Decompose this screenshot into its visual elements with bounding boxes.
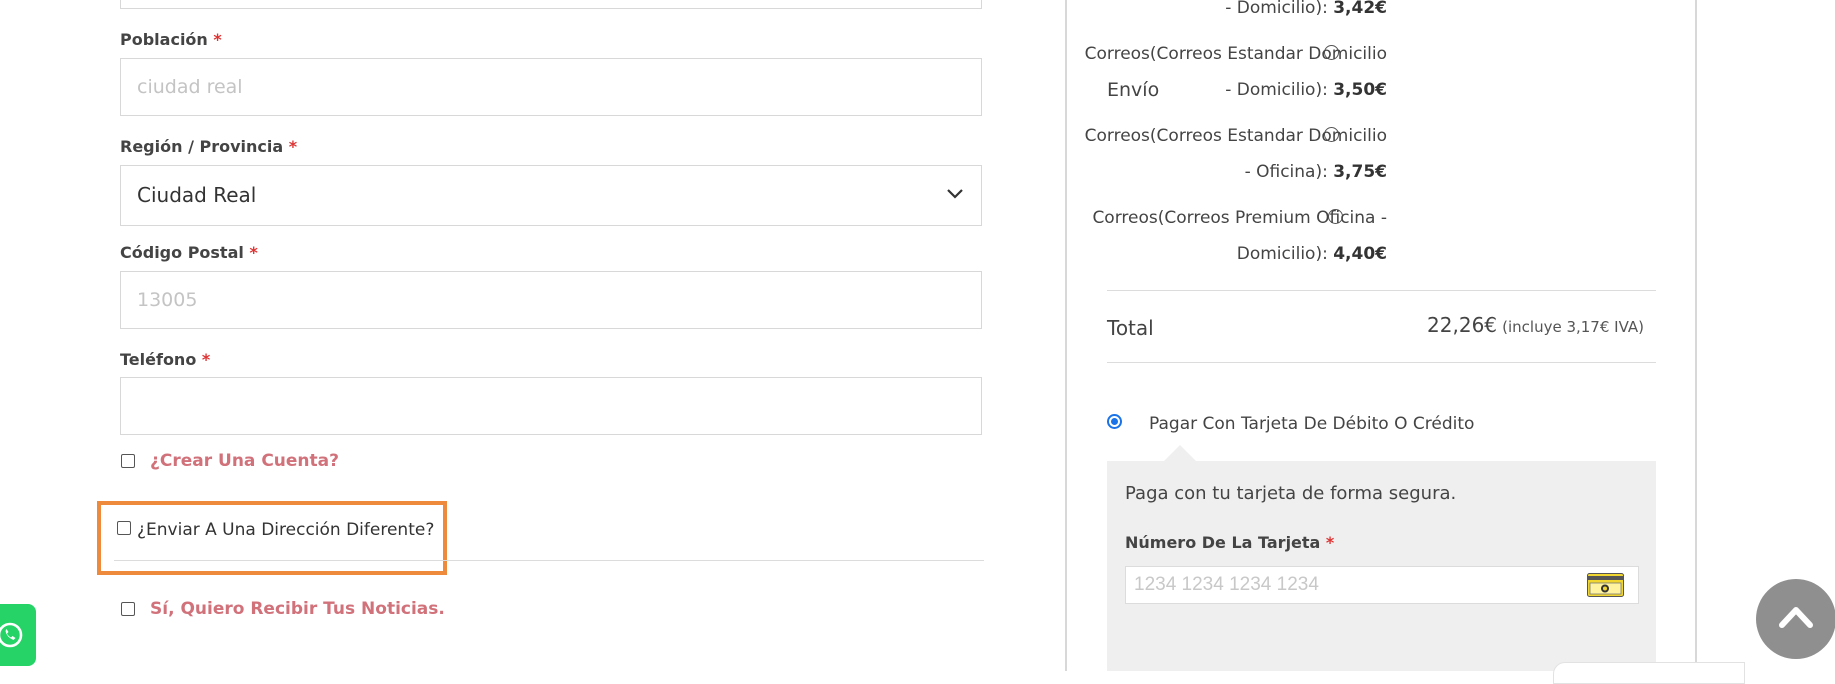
region-selected-value: Ciudad Real bbox=[137, 183, 257, 207]
shipping-option-3-line1[interactable]: Correos(Correos Estandar Domicilio bbox=[1085, 126, 1387, 146]
telefono-label: Teléfono * bbox=[120, 350, 211, 369]
shipping-option-price: 3,75€ bbox=[1333, 162, 1387, 182]
whatsapp-icon bbox=[0, 622, 23, 648]
payment-box-notch bbox=[1163, 445, 1197, 462]
required-mark: * bbox=[249, 243, 258, 262]
shipping-option-1-line2: - Domicilio): 3,42€ bbox=[1225, 0, 1387, 18]
region-label: Región / Provincia * bbox=[120, 137, 298, 156]
card-number-label: Número De La Tarjeta * bbox=[1125, 533, 1335, 552]
chevron-up-icon bbox=[1779, 607, 1813, 628]
tax-note: (incluye 3,17€ IVA) bbox=[1502, 318, 1644, 336]
shipping-option-3-line2: - Oficina): 3,75€ bbox=[1244, 162, 1387, 182]
newsletter-checkbox[interactable] bbox=[121, 602, 135, 616]
shipping-option-price: 3,50€ bbox=[1333, 80, 1387, 100]
credit-card-icon bbox=[1587, 573, 1624, 597]
shipping-option-price: 4,40€ bbox=[1333, 244, 1387, 264]
poblacion-label: Población * bbox=[120, 30, 222, 49]
shipping-option-2-line2: - Domicilio): 3,50€ bbox=[1225, 80, 1387, 100]
newsletter-label[interactable]: Sí, Quiero Recibir Tus Noticias. bbox=[150, 599, 445, 619]
required-mark: * bbox=[288, 137, 298, 156]
shipping-option-2-line1[interactable]: Correos(Correos Estandar Domicilio bbox=[1085, 44, 1387, 64]
scroll-to-top-button[interactable] bbox=[1756, 579, 1835, 659]
shipping-option-4-line2: Domicilio): 4,40€ bbox=[1236, 244, 1387, 264]
shipping-option-price: 3,42€ bbox=[1333, 0, 1387, 18]
divider bbox=[114, 560, 984, 561]
required-mark: * bbox=[213, 30, 222, 49]
create-account-checkbox[interactable] bbox=[121, 454, 135, 468]
previous-input-edge[interactable] bbox=[120, 0, 982, 9]
payment-method-label[interactable]: Pagar Con Tarjeta De Débito O Crédito bbox=[1149, 414, 1474, 434]
divider bbox=[1107, 290, 1656, 291]
shipping-option-4-line1[interactable]: Correos(Correos Premium Oficina - bbox=[1092, 208, 1387, 228]
telefono-input[interactable] bbox=[120, 377, 982, 435]
chat-widget-edge[interactable] bbox=[1553, 662, 1745, 684]
region-select[interactable]: Ciudad Real bbox=[120, 165, 982, 226]
create-account-label[interactable]: ¿Crear Una Cuenta? bbox=[150, 451, 339, 471]
payment-description: Paga con tu tarjeta de forma segura. bbox=[1125, 483, 1457, 504]
total-label: Total bbox=[1107, 316, 1154, 340]
divider bbox=[1107, 362, 1656, 363]
ship-different-address-label[interactable]: ¿Enviar A Una Dirección Diferente? bbox=[137, 520, 434, 540]
chevron-down-icon bbox=[947, 189, 963, 199]
required-mark: * bbox=[1325, 533, 1335, 552]
card-number-input[interactable] bbox=[1125, 566, 1639, 604]
payment-method-radio[interactable] bbox=[1107, 414, 1122, 429]
total-amount: 22,26€ (incluye 3,17€ IVA) bbox=[1427, 313, 1644, 337]
codigo-postal-label: Código Postal * bbox=[120, 243, 258, 262]
required-mark: * bbox=[201, 350, 211, 369]
ship-different-address-checkbox[interactable] bbox=[117, 521, 131, 535]
whatsapp-button[interactable] bbox=[0, 604, 36, 666]
poblacion-input[interactable] bbox=[120, 58, 982, 116]
total-value: 22,26€ bbox=[1427, 313, 1498, 337]
codigo-postal-input[interactable] bbox=[120, 271, 982, 329]
shipping-label: Envío bbox=[1107, 79, 1160, 101]
